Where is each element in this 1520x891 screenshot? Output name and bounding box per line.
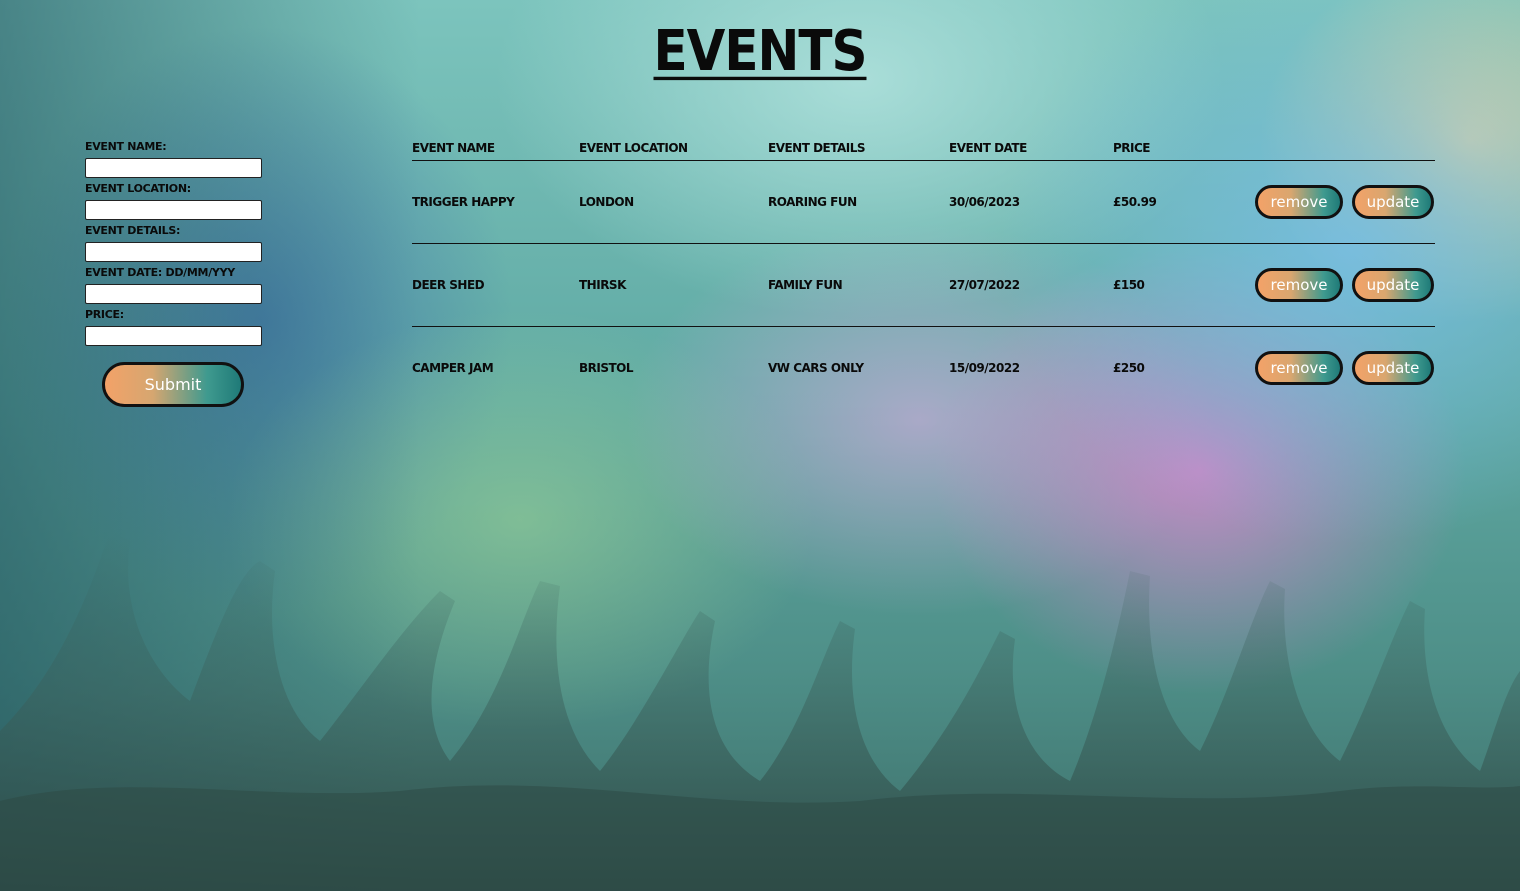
event-name-cell: Trigger Happy	[412, 195, 515, 209]
header-event-date: Event Date	[949, 141, 1027, 155]
event-date-cell: 27/07/2022	[949, 278, 1020, 292]
event-location-cell: Bristol	[579, 361, 634, 375]
header-event-location: Event Location	[579, 141, 688, 155]
event-location-label: Event Location:	[85, 182, 191, 195]
event-date-cell: 15/09/2022	[949, 361, 1020, 375]
price-cell: £50.99	[1113, 195, 1157, 209]
table-row: Deer Shed Thirsk Family fun 27/07/2022 £…	[412, 244, 1435, 327]
event-details-label: Event Details:	[85, 224, 181, 237]
remove-button[interactable]: remove	[1255, 185, 1343, 219]
crowd-background-image	[0, 531, 1520, 891]
event-form: Event Name: Event Location: Event Detail…	[85, 140, 265, 407]
update-button[interactable]: update	[1352, 185, 1434, 219]
price-label: Price:	[85, 308, 124, 321]
event-name-input[interactable]	[85, 158, 262, 178]
event-date-input[interactable]	[85, 284, 262, 304]
remove-button[interactable]: remove	[1255, 351, 1343, 385]
event-details-cell: VW cars only	[768, 361, 864, 375]
table-row: Camper Jam Bristol VW cars only 15/09/20…	[412, 327, 1435, 409]
update-button[interactable]: update	[1352, 268, 1434, 302]
background-shade	[0, 0, 420, 891]
event-details-cell: Family fun	[768, 278, 843, 292]
page-title: Events	[653, 18, 868, 84]
submit-button[interactable]: Submit	[102, 362, 244, 407]
header-event-name: Event Name	[412, 141, 495, 155]
header-price: Price	[1113, 141, 1151, 155]
event-name-cell: Deer Shed	[412, 278, 485, 292]
table-row: Trigger Happy London Roaring fun 30/06/2…	[412, 161, 1435, 244]
table-header-row: Event Name Event Location Event Details …	[412, 140, 1435, 161]
event-details-cell: Roaring fun	[768, 195, 857, 209]
event-location-cell: Thirsk	[579, 278, 626, 292]
price-cell: £250	[1113, 361, 1145, 375]
header-event-details: Event Details	[768, 141, 866, 155]
event-date-label: Event Date: dd/mm/yyy	[85, 266, 235, 279]
event-details-input[interactable]	[85, 242, 262, 262]
price-cell: £150	[1113, 278, 1145, 292]
event-location-input[interactable]	[85, 200, 262, 220]
event-name-cell: Camper Jam	[412, 361, 494, 375]
price-input[interactable]	[85, 326, 262, 346]
event-date-cell: 30/06/2023	[949, 195, 1020, 209]
event-name-label: Event Name:	[85, 140, 167, 153]
update-button[interactable]: update	[1352, 351, 1434, 385]
remove-button[interactable]: remove	[1255, 268, 1343, 302]
events-table: Event Name Event Location Event Details …	[412, 140, 1435, 409]
event-location-cell: London	[579, 195, 634, 209]
